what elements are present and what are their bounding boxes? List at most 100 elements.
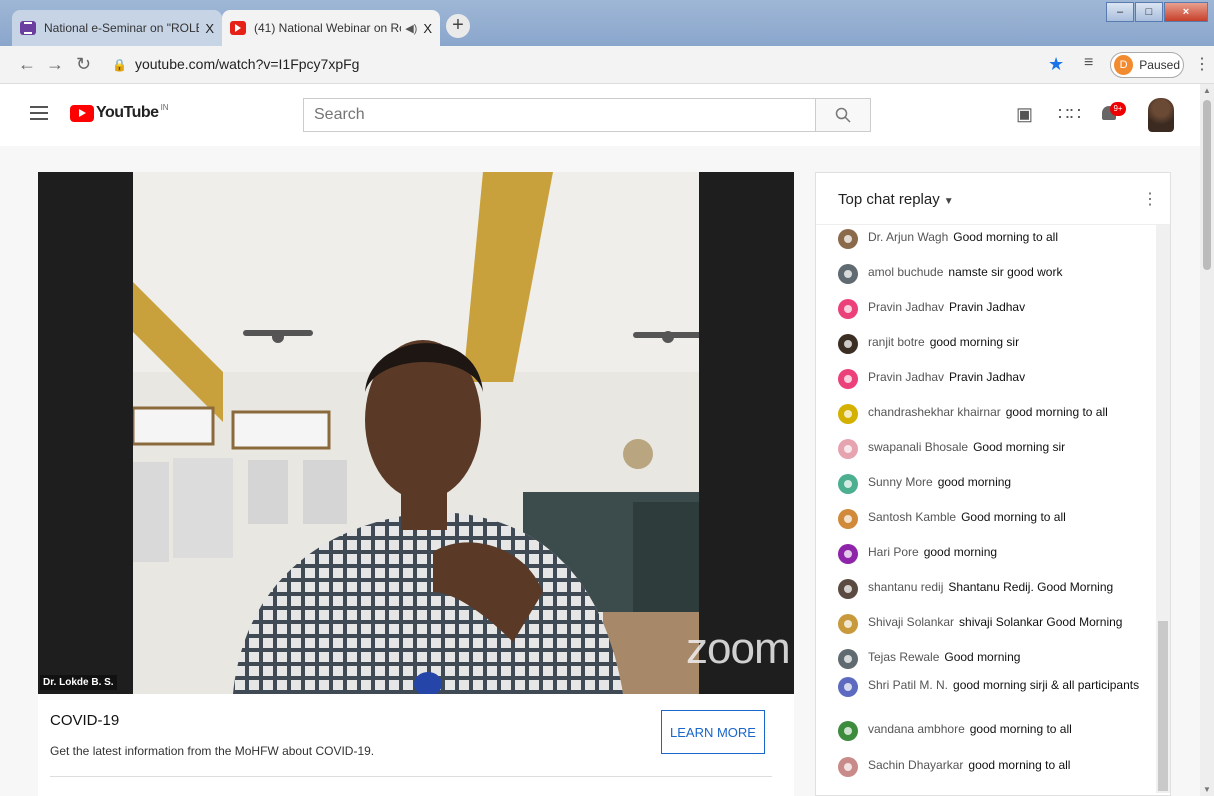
browser-titlebar: National e-Seminar on "ROLE OF X (41) Na… <box>0 0 1214 46</box>
chat-avatar[interactable] <box>838 334 858 354</box>
chat-message[interactable]: Hari Pore good morning <box>838 544 1148 564</box>
chat-message[interactable]: Dr. Arjun Wagh Good morning to all <box>838 229 1148 249</box>
chat-avatar[interactable] <box>838 614 858 634</box>
chat-author[interactable]: Shivaji Solankar <box>868 615 954 629</box>
chat-avatar[interactable] <box>838 544 858 564</box>
chat-message-body: vandana ambhore good morning to all <box>868 721 1072 737</box>
profile-status: Paused <box>1139 58 1180 72</box>
youtube-logo[interactable]: YouTube IN <box>70 103 169 122</box>
chat-message[interactable]: Shivaji Solankar shivaji Solankar Good Mo… <box>838 614 1148 634</box>
browser-menu-icon[interactable]: ⋮ <box>1194 54 1210 74</box>
chat-message[interactable]: Pravin Jadhav Pravin Jadhav <box>838 369 1148 389</box>
create-video-icon[interactable]: ▣ <box>1016 104 1033 125</box>
chat-author[interactable]: amol buchude <box>868 265 943 279</box>
close-icon[interactable]: X <box>423 21 432 36</box>
chat-message[interactable]: Sachin Dhayarkar good morning to all <box>838 757 1148 777</box>
page-scrollbar-thumb[interactable] <box>1203 100 1211 270</box>
chat-avatar[interactable] <box>838 677 858 697</box>
search-input[interactable] <box>303 98 815 132</box>
reading-list-icon[interactable]: ≡ <box>1084 54 1093 72</box>
chat-message-body: amol buchude namste sir good work <box>868 264 1062 280</box>
chat-avatar[interactable] <box>838 439 858 459</box>
profile-avatar: D <box>1114 55 1134 75</box>
promo-title: COVID-19 <box>50 712 120 729</box>
chat-author[interactable]: Hari Pore <box>868 545 919 559</box>
chat-message[interactable]: vandana ambhore good morning to all <box>838 721 1148 741</box>
account-avatar[interactable] <box>1148 98 1174 132</box>
chat-text: Shantanu Redij. Good Morning <box>948 580 1114 594</box>
chat-scrollbar-thumb[interactable] <box>1158 621 1168 791</box>
chat-avatar[interactable] <box>838 264 858 284</box>
notification-badge: 9+ <box>1110 102 1126 116</box>
chat-author[interactable]: ranjit botre <box>868 335 925 349</box>
chat-message[interactable]: Sunny More good morning <box>838 474 1148 494</box>
chat-author[interactable]: swapanali Bhosale <box>868 440 968 454</box>
search-icon <box>835 107 851 123</box>
chat-message[interactable]: Tejas Rewale Good morning <box>838 649 1148 669</box>
chat-avatar[interactable] <box>838 474 858 494</box>
hamburger-menu-icon[interactable] <box>30 106 48 120</box>
chat-author[interactable]: Sachin Dhayarkar <box>868 758 963 772</box>
forms-icon <box>20 21 36 35</box>
chat-message[interactable]: Pravin Jadhav Pravin Jadhav <box>838 299 1148 319</box>
new-tab-button[interactable]: + <box>446 14 470 38</box>
chat-text: namste sir good work <box>948 265 1063 279</box>
video-player[interactable]: zoom Dr. Lokde B. S. <box>38 172 794 694</box>
chat-avatar[interactable] <box>838 509 858 529</box>
chat-message-body: chandrashekhar khairnar good morning to a… <box>868 404 1108 420</box>
zoom-watermark: zoom <box>686 624 791 673</box>
chat-message[interactable]: amol buchude namste sir good work <box>838 264 1148 284</box>
page-scrollbar[interactable]: ▲ ▼ <box>1200 84 1214 796</box>
chat-message[interactable]: swapanali Bhosale Good morning sir <box>838 439 1148 459</box>
bookmark-star-icon[interactable]: ★ <box>1048 54 1064 75</box>
chat-avatar[interactable] <box>838 229 858 249</box>
chat-author[interactable]: Tejas Rewale <box>868 650 939 664</box>
chat-message[interactable]: ranjit botre good morning sir <box>838 334 1148 354</box>
chat-author[interactable]: Dr. Arjun Wagh <box>868 230 948 244</box>
minimize-button[interactable]: – <box>1106 2 1134 22</box>
learn-more-button[interactable]: LEARN MORE <box>661 710 765 754</box>
chat-author[interactable]: Shri Patil M. N. <box>868 678 948 692</box>
address-bar: ← → ↻ 🔒 youtube.com/watch?v=I1Fpcy7xpFg ★… <box>0 46 1214 84</box>
chat-author[interactable]: Santosh Kamble <box>868 510 956 524</box>
chat-author[interactable]: Sunny More <box>868 475 933 489</box>
notifications-bell-icon[interactable]: 9+ <box>1100 102 1126 122</box>
chat-avatar[interactable] <box>838 404 858 424</box>
chat-message[interactable]: chandrashekhar khairnar good morning to a… <box>838 404 1148 424</box>
close-window-button[interactable]: × <box>1164 2 1208 22</box>
chat-avatar[interactable] <box>838 649 858 669</box>
chat-author[interactable]: Pravin Jadhav <box>868 370 944 384</box>
chat-author[interactable]: chandrashekhar khairnar <box>868 405 1001 419</box>
chat-avatar[interactable] <box>838 721 858 741</box>
url-field[interactable]: 🔒 youtube.com/watch?v=I1Fpcy7xpFg <box>112 56 359 72</box>
apps-grid-icon[interactable]: ∷∷ <box>1058 104 1081 125</box>
chat-menu-icon[interactable]: ⋮ <box>1142 189 1158 209</box>
chat-message[interactable]: Santosh Kamble Good morning to all <box>838 509 1148 529</box>
chat-avatar[interactable] <box>838 299 858 319</box>
reload-icon[interactable]: ↻ <box>76 54 91 75</box>
audio-icon[interactable]: ◀) <box>405 22 417 35</box>
search-button[interactable] <box>815 98 871 132</box>
close-icon[interactable]: X <box>205 21 214 36</box>
chat-scrollbar[interactable] <box>1156 225 1170 793</box>
chat-author[interactable]: vandana ambhore <box>868 722 965 736</box>
chat-author[interactable]: shantanu redij <box>868 580 943 594</box>
maximize-button[interactable]: □ <box>1135 2 1163 22</box>
back-arrow-icon[interactable]: ← <box>18 54 36 75</box>
chat-text: good morning to all <box>1005 405 1108 419</box>
scroll-down-arrow-icon[interactable]: ▼ <box>1203 785 1211 794</box>
chat-message[interactable]: Shri Patil M. N. good morning sirji & all… <box>838 677 1148 697</box>
chat-author[interactable]: Pravin Jadhav <box>868 300 944 314</box>
forward-arrow-icon[interactable]: → <box>46 54 64 75</box>
tab-webinar[interactable]: (41) National Webinar on Ro ◀) X <box>222 10 440 46</box>
chat-avatar[interactable] <box>838 579 858 599</box>
tab-seminar[interactable]: National e-Seminar on "ROLE OF X <box>12 10 222 46</box>
chat-mode-dropdown[interactable]: Top chat replay ▼ <box>838 191 954 208</box>
chat-avatar[interactable] <box>838 757 858 777</box>
profile-button[interactable]: D Paused <box>1110 52 1184 78</box>
participant-name: Dr. Lokde B. S. <box>40 675 117 690</box>
scroll-up-arrow-icon[interactable]: ▲ <box>1203 86 1211 95</box>
chat-avatar[interactable] <box>838 369 858 389</box>
chat-message[interactable]: shantanu redij Shantanu Redij. Good Morni… <box>838 579 1148 599</box>
chat-message-body: Pravin Jadhav Pravin Jadhav <box>868 299 1025 315</box>
